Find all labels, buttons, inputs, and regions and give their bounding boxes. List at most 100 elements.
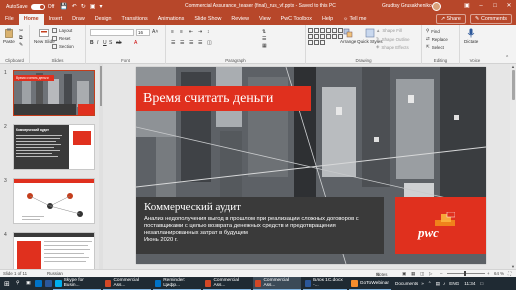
share-button[interactable]: ↗ Share [435,14,466,24]
thumbnail-scroll-thumb[interactable] [100,66,102,106]
scroll-up-icon[interactable]: ▲ [510,64,516,69]
zoom-level[interactable]: 64 % [494,271,504,276]
shape-item[interactable] [320,40,325,45]
strikethrough-icon[interactable]: ab [116,40,122,46]
user-name[interactable]: Grudtsy Grusakheniko [382,3,432,9]
slide-body-text[interactable]: Анализ недополучения выгод в прошлом при… [144,216,376,237]
zoom-slider[interactable] [447,273,485,274]
comments-button[interactable]: ✎ Comments [469,14,512,24]
align-right-icon[interactable]: ☰ [189,40,193,46]
taskbar-item-word-doc[interactable]: Блок 1С.docx -... [303,277,347,290]
replace-button[interactable]: ⇄ Replace [426,36,448,42]
justify-icon[interactable]: ☰ [198,40,202,46]
clock[interactable]: 11:34 [464,281,475,286]
taskbar-item-gotowebinar[interactable]: GoToWebinar [349,277,391,290]
network-icon[interactable]: ▤ [436,281,440,287]
dictate-button[interactable]: Dictate [464,28,478,44]
shape-outline-button[interactable]: ✎ Shape Outline [376,36,410,42]
taskbar-item-ppt-1[interactable]: Commercial Ass... [103,277,151,290]
shadow-icon[interactable]: S [109,40,112,46]
autosave-switch[interactable] [30,3,45,10]
align-text-icon[interactable]: ☰ [262,36,266,42]
fit-to-window-icon[interactable]: ⛶ [508,271,511,276]
slide-date[interactable]: Июнь 2020 г. [144,237,376,244]
font-color-icon[interactable]: A [134,40,137,46]
tab-insert[interactable]: Insert [44,14,67,25]
decrease-indent-icon[interactable]: ⇤ [189,29,193,35]
autosave-toggle[interactable]: AutoSave Off [6,3,54,10]
undo-icon[interactable]: ↶ [72,3,77,10]
start-slideshow-icon[interactable]: ▣ [90,3,96,10]
increase-font-icon[interactable]: A˄ [152,29,158,35]
slide-info-box[interactable]: Коммерческий аудит Анализ недополучения … [136,197,384,254]
italic-icon[interactable]: I [97,40,98,46]
shape-item[interactable] [326,34,331,39]
current-slide[interactable]: Время считать деньги Коммерческий аудит … [136,67,486,264]
tab-pwc-toolbox[interactable]: PwC Toolbox [276,14,317,25]
slide-thumbnail-3[interactable] [13,178,95,224]
tab-review[interactable]: Review [226,14,254,25]
shape-item[interactable] [314,40,319,45]
slide-title-banner[interactable]: Время считать деньги [136,86,311,111]
tab-home[interactable]: Home [18,14,44,25]
close-button[interactable]: ✕ [502,0,516,13]
task-view-icon[interactable]: ▣ [24,277,33,290]
smartart-icon[interactable]: ▦ [262,43,267,49]
slide-thumbnail-1[interactable]: Время считать деньги [13,70,95,116]
tab-design[interactable]: Design [90,14,117,25]
search-icon[interactable]: ⚲ [14,277,22,290]
tell-me-search[interactable]: ☼ Tell me [338,14,371,25]
taskbar-item-ppt-2[interactable]: Commercial Ass... [203,277,251,290]
tab-transitions[interactable]: Transitions [117,14,153,25]
shape-item[interactable] [326,28,331,33]
tab-animations[interactable]: Animations [153,14,190,25]
zoom-in-icon[interactable]: + [487,271,490,276]
tab-help[interactable]: Help [317,14,338,25]
taskbar-item-skype[interactable]: Skype for Busin... [53,277,101,290]
tab-file[interactable]: File [0,14,19,25]
font-size-dropdown[interactable]: 16 [136,29,150,36]
align-center-icon[interactable]: ☰ [180,40,184,46]
tab-slide-show[interactable]: Slide Show [189,14,226,25]
shape-item[interactable] [332,28,337,33]
save-icon[interactable]: 💾 [60,3,67,10]
format-painter-icon[interactable]: ✎ [19,42,23,48]
keyboard-language[interactable]: ENG [449,281,459,286]
shape-item[interactable] [314,34,319,39]
ribbon-display-options-icon[interactable]: ▣ [460,0,474,13]
slide-thumbnail-2[interactable]: Коммерческий аудит [13,124,95,170]
windows-start-icon[interactable]: ⊞ [2,277,12,290]
text-direction-icon[interactable]: ⇅ [262,29,266,35]
align-left-icon[interactable]: ☰ [171,40,175,46]
bold-icon[interactable]: B [90,40,94,46]
language-indicator[interactable]: Russian [47,271,63,276]
underline-icon[interactable]: U [103,40,107,46]
notifications-icon[interactable]: □ [480,281,483,286]
tray-expand-icon[interactable]: » [421,281,424,286]
taskbar-item-reminder[interactable]: Reminder: Цифр... [153,277,201,290]
shape-item[interactable] [320,28,325,33]
pwc-logo-box[interactable]: pwc [395,197,486,254]
tab-view[interactable]: View [254,14,276,25]
copy-icon[interactable]: ⧉ [19,35,23,41]
shape-item[interactable] [308,40,313,45]
increase-indent-icon[interactable]: ⇥ [198,29,202,35]
customize-qat-icon[interactable]: ▾ [99,3,102,10]
shape-fill-button[interactable]: ▲ Shape Fill [376,28,402,33]
collapse-ribbon-icon[interactable]: ⌃ [505,55,509,61]
shape-item[interactable] [314,28,319,33]
slide-thumbnail-panel[interactable]: 1 Время считать деньги 2 Коммерческий ау… [0,64,103,278]
line-spacing-icon[interactable]: ↕ [207,29,210,35]
paste-button[interactable]: Paste [3,28,15,44]
cut-icon[interactable]: ✂ [19,28,23,34]
reset-button[interactable]: Reset [52,36,70,41]
slide-heading[interactable]: Коммерческий аудит [144,201,376,213]
find-button[interactable]: ⚲ Find [426,28,440,34]
shape-item[interactable] [308,34,313,39]
shape-item[interactable] [308,28,313,33]
font-name-dropdown[interactable] [90,29,134,36]
editor-scroll-thumb[interactable] [511,70,515,100]
maximize-button[interactable]: □ [488,0,502,13]
shape-effects-button[interactable]: ◈ Shape Effects [376,44,409,50]
tab-draw[interactable]: Draw [67,14,90,25]
